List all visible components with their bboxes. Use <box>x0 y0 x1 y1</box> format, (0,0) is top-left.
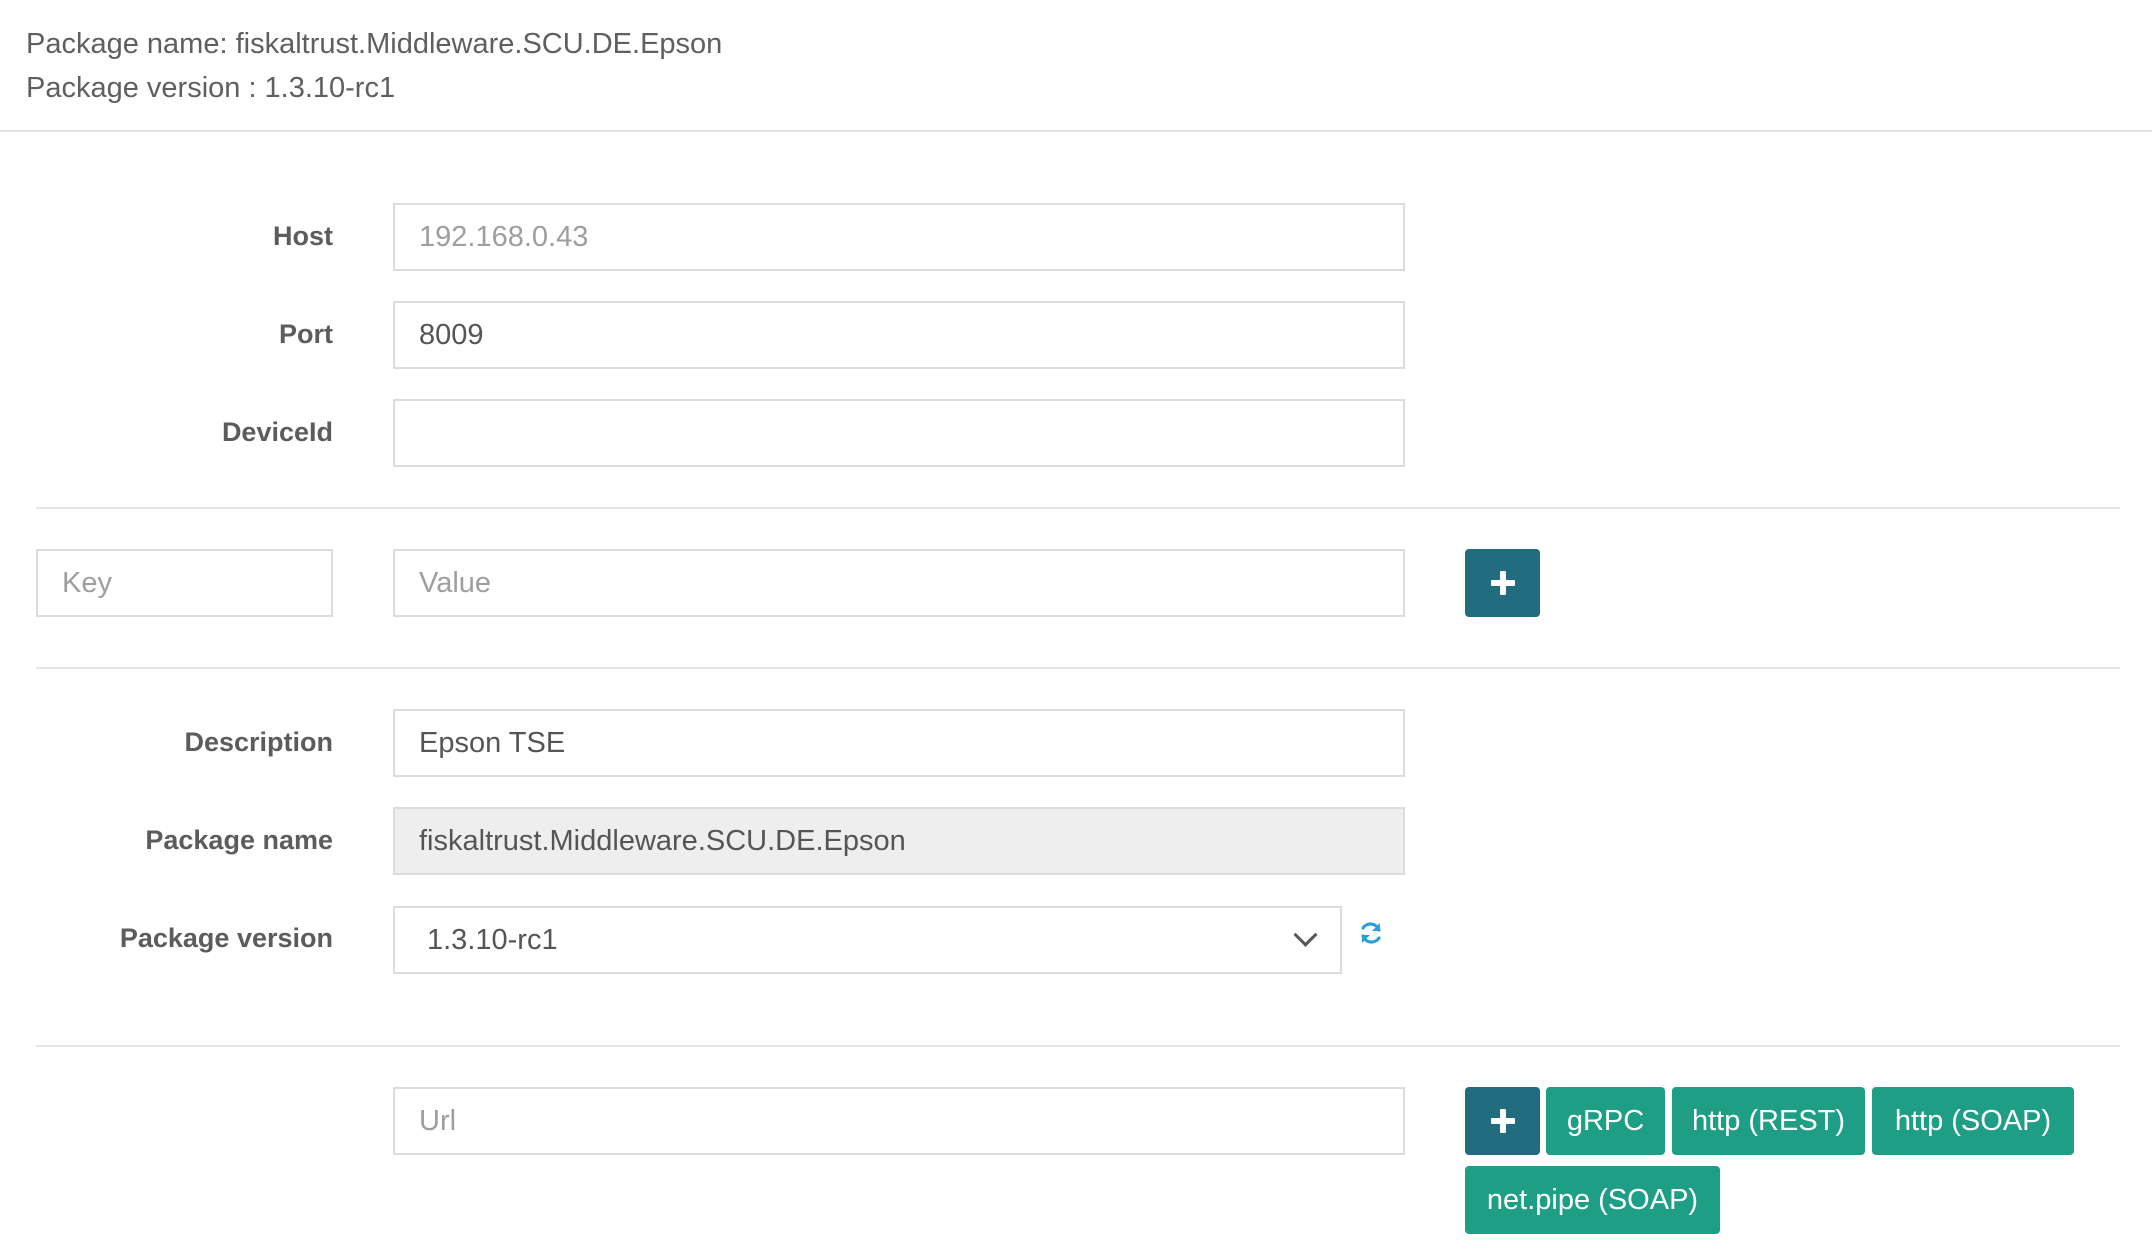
grpc-button[interactable]: gRPC <box>1546 1087 1665 1155</box>
add-url-button[interactable] <box>1465 1087 1540 1155</box>
package-info-header: Package name: fiskaltrust.Middleware.SCU… <box>0 0 2152 132</box>
header-package-version-value: 1.3.10-rc1 <box>264 72 396 104</box>
key-input[interactable] <box>36 549 333 617</box>
section-divider <box>36 507 2120 509</box>
package-name-label: Package name <box>145 825 333 855</box>
description-input[interactable] <box>393 709 1405 777</box>
device-id-input[interactable] <box>393 399 1405 467</box>
url-input[interactable] <box>393 1087 1405 1155</box>
header-package-name: Package name: fiskaltrust.Middleware.SCU… <box>26 27 722 61</box>
description-label: Description <box>184 727 333 757</box>
header-package-name-value: fiskaltrust.Middleware.SCU.DE.Epson <box>235 28 723 60</box>
chevron-down-icon <box>1293 922 1318 947</box>
plus-icon <box>1490 1109 1515 1133</box>
header-package-version: Package version :1.3.10-rc1 <box>26 71 395 105</box>
plus-icon <box>1490 571 1515 595</box>
host-input[interactable] <box>393 203 1405 271</box>
section-divider <box>36 667 2120 669</box>
net-pipe-soap-button[interactable]: net.pipe (SOAP) <box>1465 1166 1720 1234</box>
package-version-label: Package version <box>119 923 333 953</box>
http-soap-button[interactable]: http (SOAP) <box>1872 1087 2074 1155</box>
device-id-label: DeviceId <box>221 417 333 447</box>
header-package-name-label: Package name: <box>26 28 228 60</box>
refresh-icon[interactable] <box>1358 920 1384 946</box>
port-input[interactable] <box>393 301 1405 369</box>
section-divider <box>36 1045 2120 1047</box>
package-version-select[interactable]: 1.3.10-rc1 <box>393 906 1342 974</box>
package-version-selected: 1.3.10-rc1 <box>427 923 558 956</box>
add-parameter-button[interactable] <box>1465 549 1540 617</box>
host-label: Host <box>273 221 333 251</box>
header-package-version-label: Package version : <box>26 72 257 104</box>
package-name-input <box>393 807 1405 875</box>
port-label: Port <box>279 319 333 349</box>
value-input[interactable] <box>393 549 1405 617</box>
http-rest-button[interactable]: http (REST) <box>1672 1087 1865 1155</box>
